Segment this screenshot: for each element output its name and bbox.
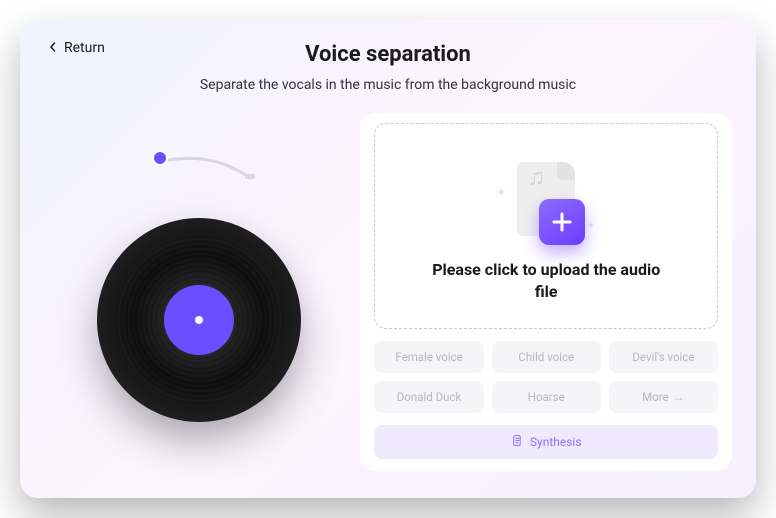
- option-label: Devil's voice: [632, 350, 694, 364]
- voice-option-more[interactable]: More →: [609, 381, 718, 413]
- option-label: Donald Duck: [397, 390, 462, 404]
- vinyl-record-icon: [97, 218, 301, 422]
- voice-option-hoarse[interactable]: Hoarse: [492, 381, 601, 413]
- arrow-right-icon: →: [673, 390, 685, 404]
- illustration-panel: [44, 113, 360, 471]
- option-label: Child voice: [518, 350, 574, 364]
- return-button[interactable]: Return: [48, 40, 105, 56]
- voice-option-female[interactable]: Female voice: [374, 341, 483, 373]
- page-subtitle: Separate the vocals in the music from th…: [20, 77, 756, 93]
- option-label: More: [642, 390, 669, 404]
- music-note-icon: ♫: [527, 163, 545, 192]
- tonearm-pivot-icon: [152, 150, 168, 166]
- app-window: Return Voice separation Separate the voc…: [20, 20, 756, 498]
- content-area: ✦ ✦ ♫ Please click to upload the audio f…: [20, 113, 756, 491]
- file-illustration: ✦ ✦ ♫: [491, 149, 601, 249]
- vinyl-center-hole: [195, 316, 203, 324]
- chevron-left-icon: [48, 41, 58, 55]
- return-label: Return: [64, 40, 105, 56]
- option-label: Female voice: [395, 350, 462, 364]
- voice-option-devil[interactable]: Devil's voice: [609, 341, 718, 373]
- plus-badge-icon: [539, 199, 585, 245]
- synthesis-button[interactable]: Synthesis: [374, 425, 718, 459]
- voice-option-donald-duck[interactable]: Donald Duck: [374, 381, 483, 413]
- sparkle-icon: ✦: [495, 185, 507, 201]
- turntable-illustration: [77, 142, 327, 442]
- upload-dropzone[interactable]: ✦ ✦ ♫ Please click to upload the audio f…: [374, 123, 718, 329]
- option-label: Hoarse: [528, 390, 565, 404]
- controls-panel: ✦ ✦ ♫ Please click to upload the audio f…: [360, 113, 732, 471]
- synthesis-icon: [511, 434, 524, 450]
- voice-option-child[interactable]: Child voice: [492, 341, 601, 373]
- sparkle-icon: ✦: [587, 221, 595, 232]
- synthesis-label: Synthesis: [530, 435, 582, 449]
- page-title: Voice separation: [20, 42, 756, 67]
- tonearm-icon: [167, 156, 257, 180]
- voice-options-grid: Female voice Child voice Devil's voice D…: [374, 341, 718, 413]
- upload-prompt: Please click to upload the audio file: [426, 259, 666, 302]
